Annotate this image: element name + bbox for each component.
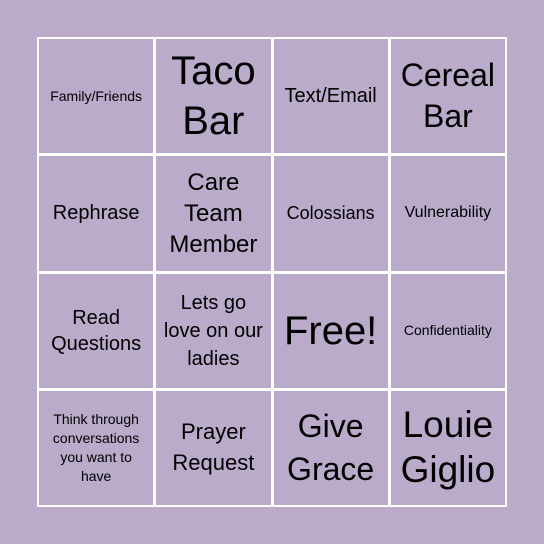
cell-text: Text/Email <box>284 84 377 107</box>
bingo-cell[interactable]: Confidentiality <box>390 273 505 388</box>
cell-text: Give Grace <box>287 407 375 487</box>
cell-text: Louie Giglio <box>400 404 496 490</box>
bingo-cell[interactable]: Free! <box>273 273 388 388</box>
cell-text: Family/Friends <box>50 87 143 104</box>
bingo-board: Family/Friends Taco Bar Text/Email Cerea… <box>37 37 507 507</box>
bingo-cell[interactable]: Text/Email <box>273 39 388 154</box>
bingo-cell[interactable]: Colossians <box>273 156 388 271</box>
cell-text: Cereal Bar <box>400 56 495 135</box>
bingo-cell[interactable]: Care Team Member <box>156 156 271 271</box>
cell-text: Care Team Member <box>169 168 258 258</box>
bingo-cell[interactable]: Vulnerability <box>390 156 505 271</box>
bingo-cell[interactable]: Give Grace <box>273 390 388 505</box>
bingo-cell[interactable]: Think through conversations you want to … <box>39 390 154 505</box>
bingo-cell[interactable]: Taco Bar <box>156 39 271 154</box>
cell-text: Think through conversations you want to … <box>52 411 140 484</box>
cell-text: Read Questions <box>51 306 142 355</box>
bingo-cell[interactable]: Rephrase <box>39 156 154 271</box>
cell-text: Confidentiality <box>403 322 492 339</box>
bingo-cell[interactable]: Prayer Request <box>156 390 271 505</box>
cell-text: Vulnerability <box>404 204 492 222</box>
cell-text: Taco Bar <box>171 49 256 144</box>
bingo-cell[interactable]: Cereal Bar <box>390 39 505 154</box>
bingo-cell[interactable]: Louie Giglio <box>390 390 505 505</box>
cell-text: Colossians <box>286 203 375 224</box>
cell-text: Free! <box>283 308 378 353</box>
bingo-cell[interactable]: Read Questions <box>39 273 154 388</box>
bingo-cell[interactable]: Lets go love on our ladies <box>156 273 271 388</box>
cell-text: Prayer Request <box>172 419 255 475</box>
bingo-cell[interactable]: Family/Friends <box>39 39 154 154</box>
cell-text: Rephrase <box>52 201 140 224</box>
cell-text: Lets go love on our ladies <box>163 291 263 370</box>
